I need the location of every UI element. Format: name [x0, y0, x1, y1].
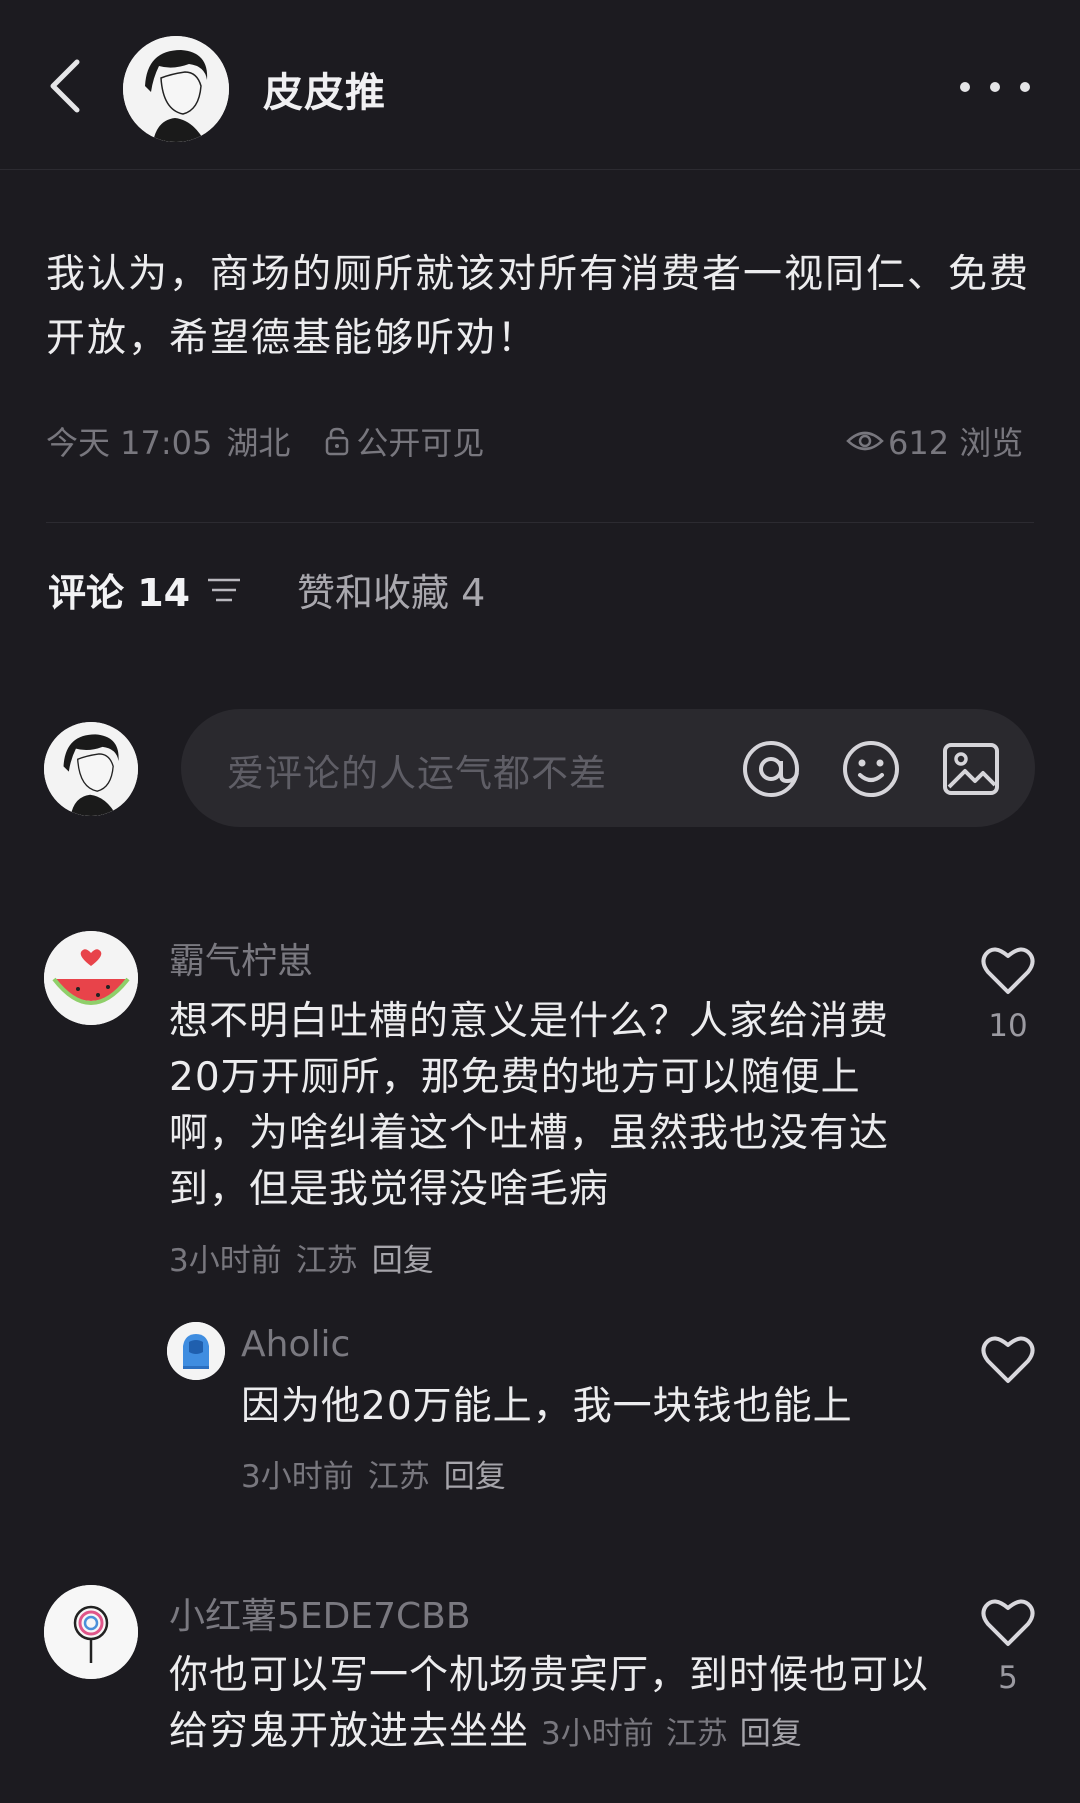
comment-input[interactable]: 爱评论的人运气都不差	[181, 709, 1035, 827]
divider	[46, 522, 1034, 523]
author-avatar[interactable]	[123, 36, 229, 142]
comment-location: 江苏	[295, 1243, 358, 1279]
visibility-text: 公开可见	[356, 424, 485, 462]
comment-text: 想不明白吐槽的意义是什么？人家给消费20万开厕所，那免费的地方可以随便上啊，为啥…	[169, 999, 890, 1212]
reply-avatar[interactable]	[167, 1322, 225, 1380]
comment-time: 3小时前	[541, 1716, 654, 1752]
top-bar: 皮皮推	[0, 0, 1080, 170]
comment-meta: 3小时前 江苏 回复	[169, 1235, 448, 1280]
image-icon[interactable]	[941, 739, 1001, 799]
heart-icon[interactable]	[980, 944, 1036, 996]
heart-icon[interactable]	[980, 1596, 1036, 1648]
back-button[interactable]	[36, 52, 92, 120]
more-icon	[960, 82, 970, 92]
emoji-icon[interactable]	[841, 739, 901, 799]
post-time: 今天 17:05	[46, 424, 213, 462]
reply-location: 江苏	[367, 1459, 430, 1495]
comment-avatar[interactable]	[44, 931, 138, 1025]
tab-likes[interactable]: 赞和收藏 4	[297, 562, 485, 617]
reply-username[interactable]: Aholic	[241, 1324, 350, 1365]
comment-location: 江苏	[665, 1716, 728, 1752]
reply-time: 3小时前	[241, 1459, 354, 1495]
filter-icon[interactable]	[206, 575, 242, 605]
reply-button[interactable]: 回复	[372, 1243, 434, 1279]
reply-text: 因为他20万能上，我一块钱也能上	[241, 1384, 853, 1429]
author-name[interactable]: 皮皮推	[263, 60, 386, 118]
comment-meta: 3小时前 江苏 回复	[529, 1716, 802, 1752]
heart-icon[interactable]	[980, 1333, 1036, 1385]
post-meta: 今天 17:05 湖北 公开可见	[46, 418, 484, 464]
comment-avatar[interactable]	[44, 1585, 138, 1679]
post-text: 我认为，商场的厕所就该对所有消费者一视同仁、免费开放，希望德基能够听劝！	[46, 252, 1031, 361]
comment-username[interactable]: 小红薯5EDE7CBB	[169, 1587, 471, 1639]
post-location: 湖北	[226, 424, 291, 462]
comment-time: 3小时前	[169, 1243, 282, 1279]
more-button[interactable]	[960, 70, 1030, 104]
like-count: 5	[998, 1660, 1018, 1696]
visibility-label[interactable]: 公开可见	[324, 418, 484, 464]
view-count: 612 浏览	[846, 418, 1023, 464]
at-icon[interactable]	[741, 739, 801, 799]
comment-placeholder: 爱评论的人运气都不差	[227, 752, 607, 795]
comment-username[interactable]: 霸气柠崽	[169, 932, 313, 984]
eye-icon	[846, 431, 884, 451]
comment-body: 你也可以写一个机场贵宾厅，到时候也可以给穷鬼开放进去坐坐 3小时前 江苏 回复	[169, 1648, 929, 1762]
tab-comments-label: 评论 14	[48, 571, 191, 615]
views-text: 612 浏览	[888, 424, 1024, 462]
reply-button[interactable]: 回复	[444, 1459, 506, 1495]
reply-meta: 3小时前 江苏 回复	[241, 1451, 520, 1496]
my-avatar	[44, 722, 138, 816]
like-count: 10	[988, 1008, 1028, 1044]
tab-comments[interactable]: 评论 14	[48, 562, 242, 617]
reply-button[interactable]: 回复	[740, 1716, 802, 1752]
back-arrow-icon	[50, 59, 80, 113]
lock-icon	[326, 427, 349, 456]
